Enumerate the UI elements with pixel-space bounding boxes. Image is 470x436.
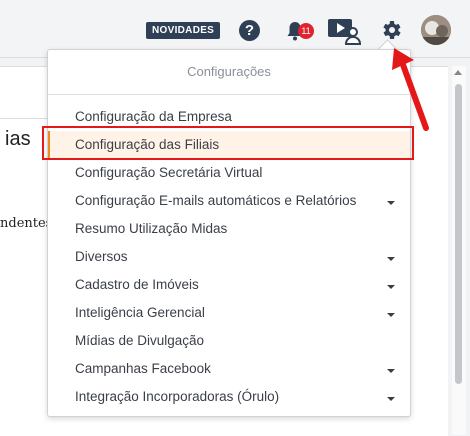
background-text-fragment: ndentes	[0, 216, 53, 231]
red-arrow-icon	[392, 48, 429, 131]
scroll-up-arrow-icon[interactable]	[454, 70, 462, 75]
chevron-down-icon	[387, 257, 395, 261]
menu-item-midias-divulgacao[interactable]: Mídias de Divulgação	[48, 327, 410, 355]
chevron-down-icon	[387, 313, 395, 317]
menu-item-label: Integração Incorporadoras (Órulo)	[75, 389, 280, 404]
menu-item-label: Configuração da Empresa	[75, 109, 232, 124]
chevron-down-icon	[387, 201, 395, 205]
menu-item-label: Configuração E-mails automáticos e Relat…	[75, 193, 357, 208]
video-tutorial-icon[interactable]	[327, 17, 361, 45]
scrollbar-thumb[interactable]	[455, 84, 462, 384]
notification-count-badge: 11	[298, 23, 314, 39]
chevron-down-icon	[387, 397, 395, 401]
menu-item-label: Diversos	[75, 249, 128, 264]
menu-item-cadastro-imoveis[interactable]: Cadastro de Imóveis	[48, 271, 410, 299]
menu-item-label: Mídias de Divulgação	[75, 333, 205, 348]
settings-dropdown-menu: Configurações Configuração da Empresa Co…	[47, 49, 411, 417]
menu-item-emails-relatorios[interactable]: Configuração E-mails automáticos e Relat…	[48, 187, 410, 215]
menu-item-integracao-incorporadoras[interactable]: Integração Incorporadoras (Órulo)	[48, 383, 410, 411]
help-icon[interactable]: ?	[239, 20, 260, 41]
menu-item-label: Cadastro de Imóveis	[75, 277, 199, 292]
background-heading-fragment: ias	[5, 128, 31, 150]
menu-item-diversos[interactable]: Diversos	[48, 243, 410, 271]
menu-item-label: Inteligência Gerencial	[75, 305, 205, 320]
menu-item-resumo-midas[interactable]: Resumo Utilização Midas	[48, 215, 410, 243]
menu-item-label: Resumo Utilização Midas	[75, 221, 228, 236]
menu-item-secretaria-virtual[interactable]: Configuração Secretária Virtual	[48, 159, 410, 187]
menu-item-label: Campanhas Facebook	[75, 361, 211, 376]
highlight-box	[42, 126, 414, 160]
menu-item-inteligencia-gerencial[interactable]: Inteligência Gerencial	[48, 299, 410, 327]
novidades-button[interactable]: NOVIDADES	[146, 22, 221, 39]
chevron-down-icon	[387, 285, 395, 289]
menu-item-campanhas-facebook[interactable]: Campanhas Facebook	[48, 355, 410, 383]
chevron-down-icon	[387, 369, 395, 373]
menu-item-label: Configuração Secretária Virtual	[75, 165, 263, 180]
gear-icon[interactable]	[379, 18, 403, 42]
menu-header: Configurações	[48, 50, 410, 95]
